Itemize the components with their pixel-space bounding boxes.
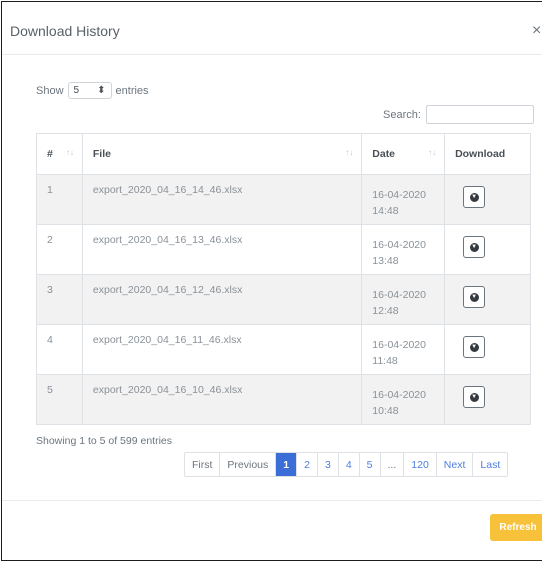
select-arrows-icon: ⬍ xyxy=(97,85,106,96)
row-date: 16-04-2020 12:48 xyxy=(361,274,446,325)
row-date-time: 12:48 xyxy=(372,305,399,317)
search-label: Search: xyxy=(383,108,421,121)
row-date-time: 14:48 xyxy=(372,205,399,217)
row-date: 16-04-2020 14:48 xyxy=(361,174,446,225)
row-date: 16-04-2020 10:48 xyxy=(361,374,446,425)
length-control: Show 5 ⬍ entries xyxy=(36,82,149,99)
row-date-time: 10:48 xyxy=(372,405,399,417)
refresh-button[interactable]: Refresh xyxy=(490,514,542,541)
sort-icon: ↑↓ xyxy=(65,148,74,157)
row-file: export_2020_04_16_13_46.xlsx xyxy=(81,224,363,275)
table-row: 1 export_2020_04_16_14_46.xlsx 16-04-202… xyxy=(36,174,531,225)
download-icon: ▼ xyxy=(469,342,479,352)
search-control: Search: xyxy=(383,105,534,124)
download-button[interactable]: ▼ xyxy=(463,336,486,358)
pagination-first[interactable]: First xyxy=(185,453,221,476)
table-row: 3 export_2020_04_16_12_46.xlsx 16-04-202… xyxy=(36,274,531,325)
modal-footer-divider xyxy=(2,500,542,501)
close-icon[interactable]: × xyxy=(532,22,541,40)
row-file: export_2020_04_16_11_46.xlsx xyxy=(81,324,363,375)
sort-icon: ↑↓ xyxy=(428,148,437,157)
sort-icon: ↑↓ xyxy=(345,148,354,157)
row-file: export_2020_04_16_10_46.xlsx xyxy=(81,374,363,425)
column-header-date[interactable]: Date ↑↓ xyxy=(361,133,446,175)
row-date-time: 11:48 xyxy=(372,355,398,367)
download-button[interactable]: ▼ xyxy=(463,386,486,408)
table-header-row: # ↑↓ File ↑↓ Date ↑↓ Download xyxy=(36,133,531,175)
table-info: Showing 1 to 5 of 599 entries xyxy=(36,435,173,447)
row-date: 16-04-2020 11:48 xyxy=(361,324,446,375)
download-button[interactable]: ▼ xyxy=(463,286,486,308)
row-date-day: 16-04-2020 xyxy=(372,289,426,301)
row-date-day: 16-04-2020 xyxy=(372,189,426,201)
pagination-page-2[interactable]: 2 xyxy=(297,453,318,476)
pagination-last[interactable]: Last xyxy=(473,453,507,476)
row-date-time: 13:48 xyxy=(372,255,399,267)
pagination-page-120[interactable]: 120 xyxy=(404,453,437,476)
row-download-cell: ▼ xyxy=(444,274,531,325)
modal-title: Download History xyxy=(10,23,120,39)
download-icon: ▼ xyxy=(469,242,479,252)
row-download-cell: ▼ xyxy=(444,324,531,375)
row-download-cell: ▼ xyxy=(444,174,531,225)
row-index: 5 xyxy=(36,374,83,425)
show-label: Show xyxy=(36,84,64,97)
row-date-day: 16-04-2020 xyxy=(372,389,426,401)
column-header-index[interactable]: # ↑↓ xyxy=(36,133,83,175)
row-download-cell: ▼ xyxy=(444,224,531,275)
row-file: export_2020_04_16_14_46.xlsx xyxy=(81,174,363,225)
row-index: 2 xyxy=(36,224,83,275)
download-button[interactable]: ▼ xyxy=(463,186,486,208)
pagination-page-1[interactable]: 1 xyxy=(276,453,298,476)
row-file: export_2020_04_16_12_46.xlsx xyxy=(81,274,363,325)
entries-per-page-value: 5 xyxy=(73,85,80,96)
download-icon: ▼ xyxy=(469,292,479,302)
download-icon: ▼ xyxy=(469,392,479,402)
entries-label: entries xyxy=(115,84,149,97)
history-table: # ↑↓ File ↑↓ Date ↑↓ Download 1 export_2020… xyxy=(36,133,531,425)
download-icon: ▼ xyxy=(469,192,479,202)
table-row: 4 export_2020_04_16_11_46.xlsx 16-04-202… xyxy=(36,324,531,375)
row-date-day: 16-04-2020 xyxy=(372,339,426,351)
pagination-page-4[interactable]: 4 xyxy=(339,453,360,476)
pagination-next[interactable]: Next xyxy=(437,453,474,476)
download-button[interactable]: ▼ xyxy=(463,236,486,258)
pagination: First Previous 1 2 3 4 5 ... 120 Next La… xyxy=(184,452,509,477)
pagination-page-3[interactable]: 3 xyxy=(318,453,339,476)
pagination-ellipsis: ... xyxy=(381,453,405,476)
entries-per-page-select[interactable]: 5 ⬍ xyxy=(67,82,112,99)
modal-header: Download History × xyxy=(2,2,542,55)
download-history-modal: Download History × Show 5 ⬍ entries Sear… xyxy=(1,1,542,561)
row-date-day: 16-04-2020 xyxy=(372,239,426,251)
table-row: 2 export_2020_04_16_13_46.xlsx 16-04-202… xyxy=(36,224,531,275)
pagination-page-5[interactable]: 5 xyxy=(360,453,381,476)
table-row: 5 export_2020_04_16_10_46.xlsx 16-04-202… xyxy=(36,374,531,425)
search-input[interactable] xyxy=(425,105,534,124)
column-header-download: Download xyxy=(444,133,531,175)
row-index: 4 xyxy=(36,324,83,375)
row-date: 16-04-2020 13:48 xyxy=(361,224,446,275)
row-index: 3 xyxy=(36,274,83,325)
pagination-previous[interactable]: Previous xyxy=(220,453,277,476)
row-index: 1 xyxy=(36,174,83,225)
column-header-file[interactable]: File ↑↓ xyxy=(81,133,363,175)
row-download-cell: ▼ xyxy=(444,374,531,425)
